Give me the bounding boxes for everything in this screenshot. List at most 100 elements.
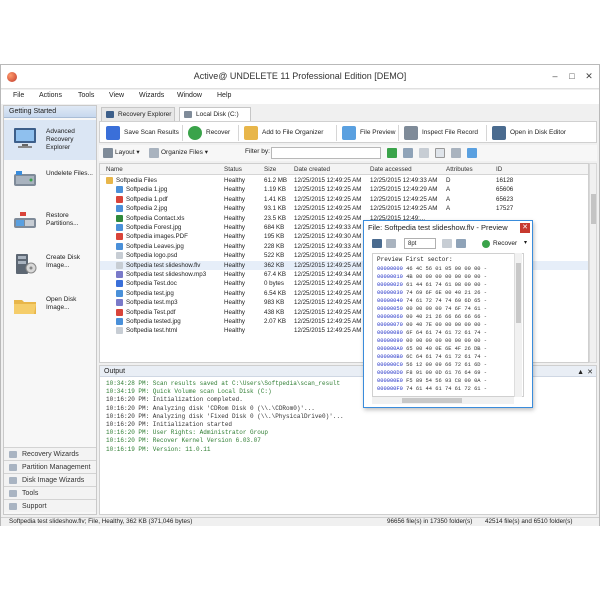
column-attributes[interactable]: Attributes — [446, 166, 473, 173]
sidebar-item-label: Undelete Files... — [46, 170, 93, 177]
scrollbar-thumb[interactable] — [402, 398, 462, 403]
hex-bytes: F5 89 54 56 93 C8 00 0A - — [406, 378, 488, 384]
sidebar-section-support[interactable]: Support — [4, 499, 96, 512]
menu-window[interactable]: Window — [177, 92, 202, 99]
cell-status: Healthy — [224, 186, 245, 194]
layout-dropdown[interactable]: Layout ▾ — [115, 148, 140, 156]
hex-bytes: 56 12 00 09 66 72 61 6D - — [406, 362, 488, 368]
close-output-icon[interactable]: ✕ — [587, 367, 593, 378]
layout-icon — [103, 148, 113, 158]
hex-row: 00000090 00 00 00 00 00 00 00 00 - — [377, 338, 487, 344]
sidebar-item-restore-partitions[interactable]: Restore Partitions... — [4, 204, 96, 244]
cell-size: 61.2 MB — [264, 177, 288, 184]
scrollbar-thumb[interactable] — [591, 194, 596, 224]
minimize-icon[interactable]: – — [549, 70, 561, 82]
section-label: Disk Image Wizards — [22, 477, 85, 484]
hex-view-icon[interactable] — [372, 239, 382, 248]
button-label: Open in Disk Editor — [510, 129, 566, 136]
computer-icon — [106, 111, 114, 118]
cell-date-created: 12/25/2015 12:49:33 AM — [294, 224, 362, 231]
table-row[interactable]: Softpedia Files Healthy 61.2 MB 12/25/2015 … — [100, 176, 588, 185]
menu-view[interactable]: View — [109, 92, 124, 99]
hex-row: 00000000 46 4C 56 01 05 00 00 00 - — [377, 266, 487, 272]
table-row[interactable]: Softpedia 2.jpg Healthy 93.1 KB 12/25/2015 … — [100, 204, 588, 213]
preview-section-label: Preview First sector: — [377, 256, 453, 263]
column-size[interactable]: Size — [264, 166, 276, 173]
preview-horizontal-scrollbar[interactable] — [372, 397, 514, 404]
sidebar-section-tools[interactable]: Tools — [4, 486, 96, 499]
menu-wizards[interactable]: Wizards — [139, 92, 164, 99]
column-name[interactable]: Name — [106, 166, 123, 173]
preview-recover-button[interactable]: Recover — [482, 238, 517, 249]
preview-vertical-scrollbar[interactable] — [514, 253, 522, 397]
sidebar-item-advanced-recovery-explorer[interactable]: Advanced Recovery Explorer — [4, 120, 96, 160]
cell-size: 6.54 KB — [264, 289, 287, 297]
cell-date-created: 12/25/2015 12:49:25 AM — [294, 261, 362, 269]
preview-title[interactable]: File: Softpedia test slideshow.flv - Pre… — [364, 221, 532, 235]
column-date-accessed[interactable]: Date accessed — [370, 166, 412, 173]
sidebar-item-open-disk-image[interactable]: Open Disk Image... — [4, 288, 96, 328]
cell-date-accessed: 12/25/2015 12:49:25 AM — [370, 205, 438, 213]
file-list-scrollbar[interactable] — [589, 163, 597, 363]
refresh-icon[interactable] — [467, 148, 477, 158]
apply-filter-icon[interactable] — [387, 148, 397, 158]
recover-button[interactable]: Recover — [186, 125, 230, 141]
cell-date-created: 12/25/2015 12:49:25 AM — [294, 327, 362, 335]
column-status[interactable]: Status — [224, 166, 242, 173]
audio-file-icon — [116, 271, 123, 278]
sidebar-section-partition-management[interactable]: Partition Management — [4, 460, 96, 473]
text-view-icon[interactable] — [386, 239, 396, 248]
copy-icon[interactable] — [419, 148, 429, 158]
sidebar-item-undelete-files[interactable]: Undelete Files... — [4, 162, 96, 202]
log-line: 10:16:20 PM: Initialization started — [106, 421, 233, 428]
inspect-file-record-button[interactable]: Inspect File Record — [402, 125, 478, 141]
copy-icon[interactable] — [456, 239, 466, 248]
organize-files-dropdown[interactable]: Organize Files ▾ — [161, 148, 208, 156]
menu-actions[interactable]: Actions — [39, 92, 62, 99]
menu-tools[interactable]: Tools — [78, 92, 94, 99]
sidebar-section-disk-image-wizards[interactable]: Disk Image Wizards — [4, 473, 96, 486]
sidebar-item-create-disk-image[interactable]: Create Disk Image... — [4, 246, 96, 286]
cell-name: Softpedia 2.jpg — [126, 205, 168, 213]
cell-date-accessed: 12/25/2015 12:49:33 AM — [370, 177, 438, 184]
close-icon[interactable]: ✕ — [583, 70, 595, 82]
image-file-icon — [116, 318, 123, 325]
tab-local-disk[interactable]: Local Disk (C:) — [179, 107, 251, 121]
dropdown-label: Organize Files — [161, 149, 203, 156]
file-preview-button[interactable]: File Preview — [340, 125, 395, 141]
document-icon[interactable] — [435, 148, 445, 158]
preview-close-icon[interactable]: ✕ — [520, 223, 530, 233]
column-id[interactable]: ID — [496, 166, 502, 173]
filter-input[interactable] — [271, 147, 381, 159]
open-in-disk-editor-button[interactable]: Open in Disk Editor — [490, 125, 566, 141]
add-to-file-organizer-button[interactable]: Add to File Organizer — [242, 125, 323, 141]
hex-row: 00000020 61 44 61 74 61 08 00 00 - — [377, 282, 487, 288]
table-row[interactable]: Softpedia 1.pdf Healthy 1.41 KB 12/25/2015 … — [100, 195, 588, 204]
hard-drive-icon — [184, 111, 192, 118]
partition-icon — [14, 212, 36, 228]
menu-help[interactable]: Help — [217, 92, 231, 99]
properties-icon[interactable] — [451, 148, 461, 158]
sidebar-header[interactable]: Getting Started — [4, 106, 96, 118]
scrollbar-thumb[interactable] — [516, 263, 521, 323]
dropdown-chevron-icon[interactable]: ▾ — [524, 239, 527, 246]
font-size-select[interactable]: 8pt — [404, 238, 436, 249]
sidebar-section-recovery-wizards[interactable]: Recovery Wizards — [4, 447, 96, 460]
tree-view-icon[interactable] — [403, 148, 413, 158]
cell-status: Healthy — [224, 308, 245, 316]
table-row[interactable]: Softpedia 1.jpg Healthy 1.19 KB 12/25/2015 … — [100, 185, 588, 194]
zoom-icon[interactable] — [442, 239, 452, 248]
cell-name: Softpedia Leaves.jpg — [126, 242, 184, 250]
tab-recovery-explorer[interactable]: Recovery Explorer — [101, 107, 175, 121]
maximize-icon[interactable]: □ — [566, 70, 578, 82]
pin-icon[interactable]: ▲ — [577, 367, 584, 378]
save-scan-results-button[interactable]: Save Scan Results — [104, 125, 179, 141]
cell-size: 522 KB — [264, 252, 285, 260]
cell-status: Healthy — [224, 233, 245, 241]
cell-status: Healthy — [224, 214, 245, 222]
hex-bytes: 46 4C 56 01 05 00 00 00 - — [406, 266, 488, 272]
column-date-created[interactable]: Date created — [294, 166, 330, 173]
tools-icon — [9, 490, 17, 497]
menu-file[interactable]: File — [13, 92, 24, 99]
separator — [398, 125, 399, 141]
